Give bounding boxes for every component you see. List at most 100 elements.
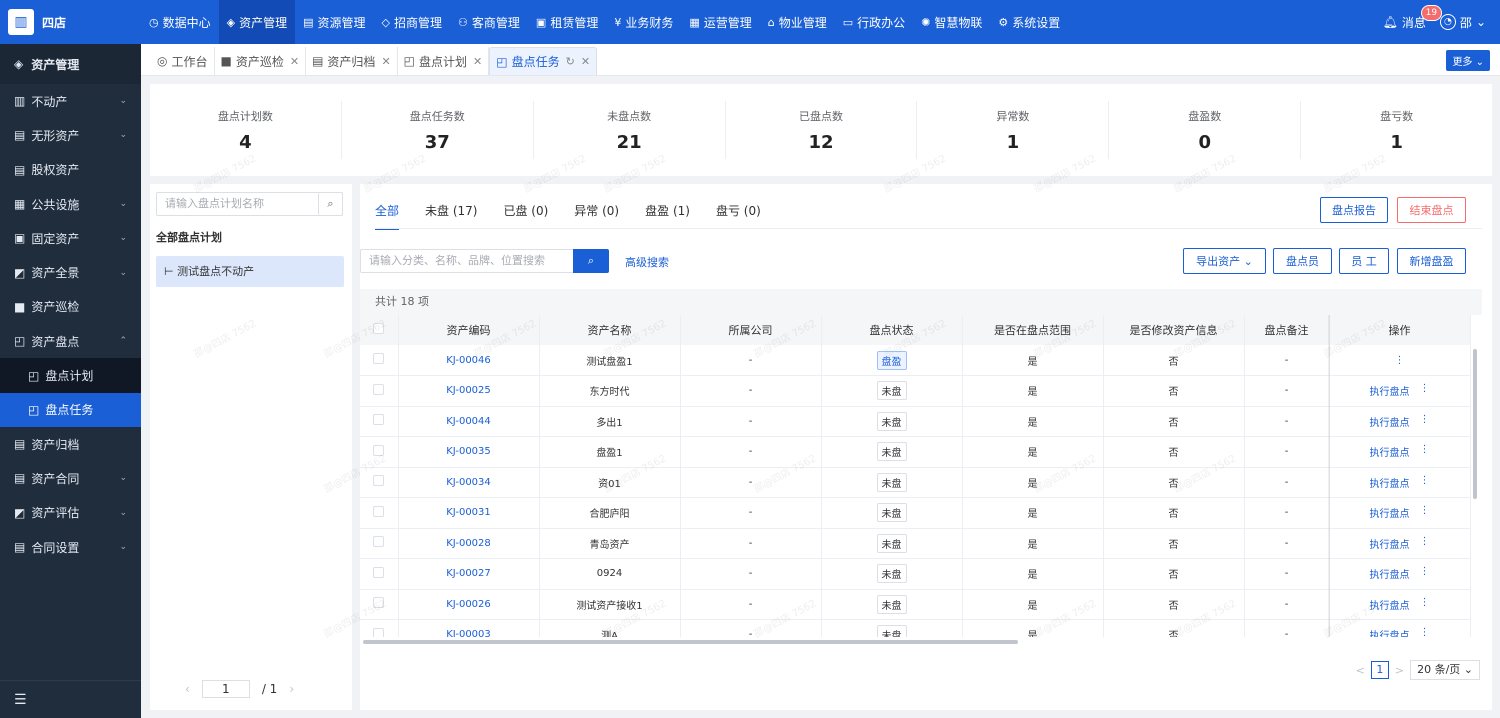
row-checkbox[interactable] (373, 627, 385, 637)
sidebar-item[interactable]: ◰ 盘点计划 (0, 358, 141, 393)
tab-1[interactable]: ◎ 工作台 (151, 47, 215, 75)
prev-page-icon[interactable]: ‹ (185, 682, 190, 696)
row-select-cell[interactable] (360, 528, 399, 559)
next-page-icon[interactable]: › (289, 682, 294, 696)
filter-tab[interactable]: 盘盈 (1) (645, 202, 690, 230)
row-checkbox[interactable] (373, 444, 385, 456)
all-plans-title[interactable]: 全部盘点计划 (156, 229, 222, 245)
row-select-cell[interactable] (360, 497, 399, 529)
export-assets-button[interactable]: 导出资产 ⌄ (1183, 248, 1266, 274)
top-nav-item[interactable]: ✺ 智慧物联 (913, 0, 990, 44)
plan-search-input[interactable]: 请输入盘点计划名称 (157, 193, 318, 215)
execute-check-link[interactable]: 执行盘点 (1370, 414, 1410, 429)
execute-check-link[interactable]: 执行盘点 (1370, 566, 1410, 581)
more-actions-icon[interactable]: ⋮ (1420, 505, 1430, 520)
cell-code[interactable]: KJ-00025 (398, 375, 540, 407)
row-select-cell[interactable] (360, 619, 399, 637)
more-actions-icon[interactable]: ⋮ (1420, 444, 1430, 459)
top-nav-item[interactable]: ▤ 资源管理 (295, 0, 373, 44)
top-nav-item[interactable]: ⚙ 系统设置 (990, 0, 1068, 44)
row-checkbox[interactable] (373, 383, 385, 395)
tab-3[interactable]: ▤ 资产归档 ✕ (306, 47, 398, 75)
row-checkbox[interactable] (373, 536, 385, 548)
execute-check-link[interactable]: 执行盘点 (1370, 444, 1410, 459)
sidebar-item[interactable]: ◰ 盘点任务 (0, 392, 141, 427)
execute-check-link[interactable]: 执行盘点 (1370, 627, 1410, 637)
top-nav-item[interactable]: ◈ 资产管理 (218, 0, 296, 44)
select-all-cell[interactable] (360, 315, 399, 345)
execute-check-link[interactable]: 执行盘点 (1370, 536, 1410, 551)
row-select-cell[interactable] (360, 375, 399, 407)
filter-tab[interactable]: 已盘 (0) (503, 202, 548, 230)
close-icon[interactable]: ✕ (381, 55, 390, 68)
more-actions-icon[interactable]: ⋮ (1420, 627, 1430, 637)
more-actions-icon[interactable]: ⋮ (1420, 597, 1430, 612)
advanced-search-link[interactable]: 高级搜索 (625, 254, 669, 270)
sidebar-item[interactable]: ▤ 股权资产 (0, 153, 141, 187)
cell-code[interactable]: KJ-00027 (398, 558, 540, 590)
current-page-button[interactable]: 1 (1370, 661, 1389, 679)
filter-tab[interactable]: 异常 (0) (574, 202, 619, 230)
top-nav-item[interactable]: ¥ 业务财务 (606, 0, 681, 44)
cell-code[interactable]: KJ-00028 (398, 528, 540, 559)
add-surplus-button[interactable]: 新增盘盈 (1397, 248, 1466, 274)
report-button[interactable]: 盘点报告 (1320, 197, 1388, 223)
app-logo[interactable]: ▥ 四店 (0, 0, 141, 44)
sidebar-item[interactable]: ▤ 无形资产 ⌄ (0, 118, 141, 152)
row-select-cell[interactable] (360, 406, 399, 437)
row-checkbox[interactable] (373, 414, 385, 426)
cell-code[interactable]: KJ-00046 (398, 345, 540, 376)
sidebar-item[interactable]: ◩ 资产评估 ⌄ (0, 496, 141, 530)
filter-tab[interactable]: 未盘 (17) (425, 202, 477, 230)
execute-check-link[interactable]: 执行盘点 (1370, 597, 1410, 612)
sidebar-item[interactable]: ◩ 资产全景 ⌄ (0, 255, 141, 289)
execute-check-link[interactable]: 执行盘点 (1370, 383, 1410, 398)
vertical-scrollbar[interactable] (1473, 349, 1477, 499)
select-all-checkbox[interactable] (373, 323, 385, 334)
top-nav-item[interactable]: ⌂ 物业管理 (760, 0, 835, 44)
row-select-cell[interactable] (360, 467, 399, 498)
row-checkbox[interactable] (373, 475, 385, 487)
cell-code[interactable]: KJ-00031 (398, 497, 540, 529)
next-page-button[interactable]: > (1395, 664, 1404, 677)
plan-tree-node[interactable]: ⊢ 测试盘点不动产 (156, 256, 344, 287)
top-nav-item[interactable]: ◇ 招商管理 (374, 0, 450, 44)
more-actions-icon[interactable]: ⋮ (1420, 414, 1430, 429)
search-button[interactable]: ⌕ (573, 249, 609, 273)
row-select-cell[interactable] (360, 436, 399, 468)
more-actions-icon[interactable]: ⋮ (1420, 536, 1430, 551)
asset-search-input[interactable]: 请输入分类、名称、品牌、位置搜索 (360, 249, 574, 273)
cell-code[interactable]: KJ-00034 (398, 467, 540, 498)
tab-5[interactable]: ◰ 盘点任务 ↻ ✕ (489, 47, 598, 75)
more-actions-icon[interactable]: ⋮ (1420, 566, 1430, 581)
row-checkbox[interactable] (373, 353, 385, 364)
filter-tab[interactable]: 盘亏 (0) (716, 202, 761, 230)
sidebar-item[interactable]: ▤ 资产合同 ⌄ (0, 461, 141, 495)
more-tabs-button[interactable]: 更多 ⌄ (1446, 50, 1490, 71)
page-input[interactable]: 1 (201, 680, 250, 698)
sidebar-item[interactable]: ▣ 固定资产 ⌄ (0, 221, 141, 255)
cell-code[interactable]: KJ-00035 (398, 436, 540, 468)
top-nav-item[interactable]: ◷ 数据中心 (141, 0, 219, 44)
checker-button[interactable]: 盘点员 (1273, 248, 1332, 274)
finish-check-button[interactable]: 结束盘点 (1397, 197, 1466, 223)
execute-check-link[interactable]: 执行盘点 (1370, 475, 1410, 490)
collapse-sidebar-button[interactable]: ☰ (0, 680, 141, 718)
top-nav-item[interactable]: ⚇ 客商管理 (450, 0, 528, 44)
close-icon[interactable]: ✕ (473, 55, 482, 68)
top-nav-item[interactable]: ▣ 租赁管理 (528, 0, 606, 44)
prev-page-button[interactable]: < (1356, 664, 1365, 677)
more-actions-icon[interactable]: ⋮ (1420, 475, 1430, 490)
row-select-cell[interactable] (360, 345, 399, 376)
user-menu[interactable]: ◔ 邵 ⌄ (1439, 14, 1486, 31)
messages-button[interactable]: 🔔︎ 消息 19 (1383, 4, 1443, 31)
execute-check-link[interactable]: 执行盘点 (1370, 505, 1410, 520)
cell-code[interactable]: KJ-00003 (398, 619, 540, 637)
refresh-icon[interactable]: ↻ (566, 55, 575, 68)
sidebar-item[interactable]: ▤ 资产归档 (0, 427, 141, 461)
top-nav-item[interactable]: ▦ 运营管理 (681, 0, 759, 44)
staff-button[interactable]: 员 工 (1339, 248, 1389, 274)
row-checkbox[interactable] (373, 505, 385, 517)
sidebar-item[interactable]: ◰ 资产盘点 ⌃ (0, 324, 141, 358)
cell-code[interactable]: KJ-00044 (398, 406, 540, 437)
